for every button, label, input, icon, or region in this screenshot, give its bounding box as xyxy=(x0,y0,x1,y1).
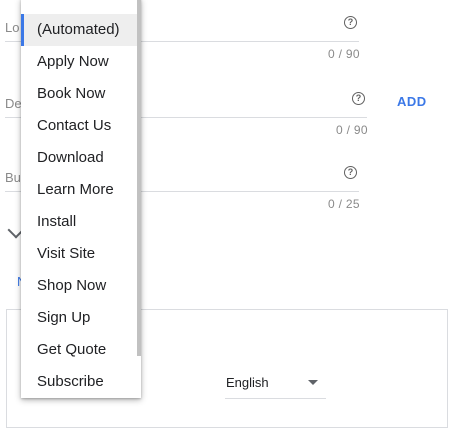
field-label-3: Bu xyxy=(5,170,21,185)
dropdown-item-apply-now[interactable]: Apply Now xyxy=(21,46,138,78)
dropdown-item-install[interactable]: Install xyxy=(21,206,138,238)
char-counter-2: 0 / 90 xyxy=(336,123,368,137)
char-counter-3: 0 / 25 xyxy=(328,197,360,211)
help-icon[interactable]: ? xyxy=(344,16,357,29)
help-icon[interactable]: ? xyxy=(352,92,365,105)
dropdown-item-sign-up[interactable]: Sign Up xyxy=(21,302,138,334)
dropdown-item-automated[interactable]: (Automated) xyxy=(21,14,138,46)
char-counter-1: 0 / 90 xyxy=(328,47,360,61)
dropdown-scrollbar[interactable] xyxy=(137,0,141,356)
dropdown-caret-icon xyxy=(308,380,318,385)
dropdown-item-download[interactable]: Download xyxy=(21,142,138,174)
dropdown-list: (Automated) Apply Now Book Now Contact U… xyxy=(21,14,138,398)
field-label-1: Lo xyxy=(5,20,20,35)
dropdown-item-book-now[interactable]: Book Now xyxy=(21,78,138,110)
call-to-action-dropdown[interactable]: (Automated) Apply Now Book Now Contact U… xyxy=(21,0,141,398)
dropdown-item-subscribe[interactable]: Subscribe xyxy=(21,366,138,398)
dropdown-item-shop-now[interactable]: Shop Now xyxy=(21,270,138,302)
dropdown-item-learn-more[interactable]: Learn More xyxy=(21,174,138,206)
field-label-2: De xyxy=(5,96,22,111)
add-button[interactable]: ADD xyxy=(397,94,427,109)
dropdown-item-contact-us[interactable]: Contact Us xyxy=(21,110,138,142)
dropdown-item-get-quote[interactable]: Get Quote xyxy=(21,334,138,366)
dropdown-item-visit-site[interactable]: Visit Site xyxy=(21,238,138,270)
help-icon[interactable]: ? xyxy=(344,166,357,179)
language-select[interactable]: English xyxy=(225,372,326,399)
language-selected-value: English xyxy=(226,375,269,390)
